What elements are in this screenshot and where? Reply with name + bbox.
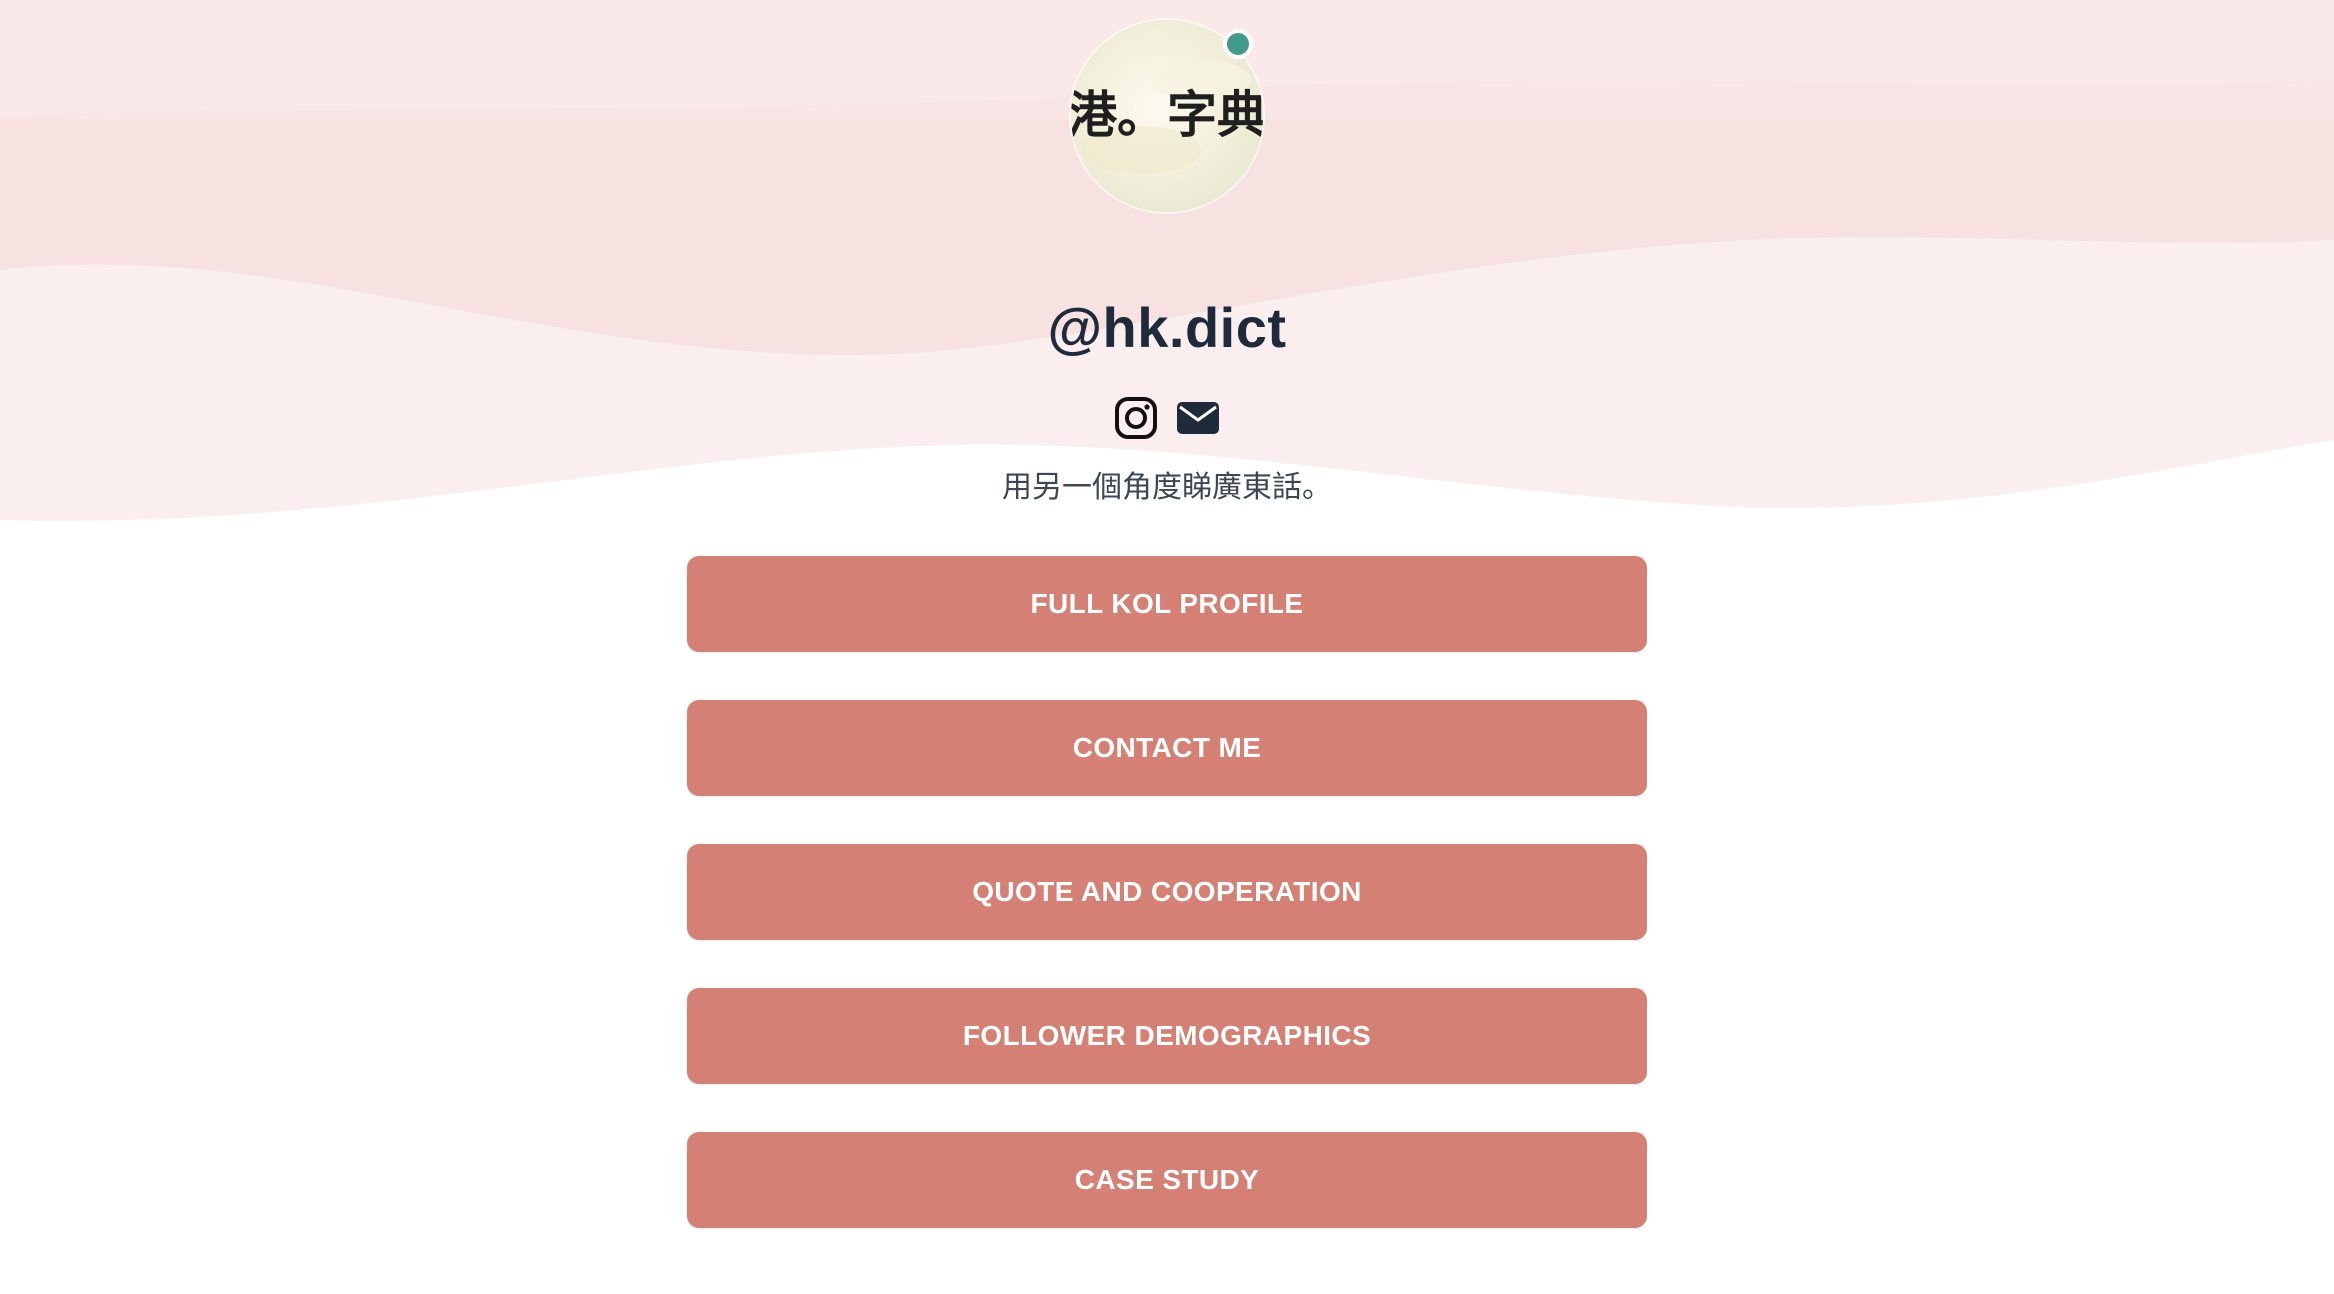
email-link[interactable] bbox=[1176, 394, 1220, 442]
link-in-bio-page: 港。字典 @hk.dict 用另一個角度睇廣東話。 FULL KOL PROFI… bbox=[0, 0, 2334, 1294]
contact-me-button[interactable]: CONTACT ME bbox=[687, 700, 1647, 796]
profile-content: 港。字典 @hk.dict 用另一個角度睇廣東話。 FULL KOL PROFI… bbox=[0, 0, 2334, 1228]
link-list: FULL KOL PROFILE CONTACT ME QUOTE AND CO… bbox=[687, 556, 1647, 1228]
profile-tagline: 用另一個角度睇廣東話。 bbox=[1002, 471, 1332, 504]
profile-handle: @hk.dict bbox=[1047, 296, 1287, 359]
online-status-dot bbox=[1223, 29, 1253, 59]
case-study-button[interactable]: CASE STUDY bbox=[687, 1132, 1647, 1228]
full-kol-profile-button[interactable]: FULL KOL PROFILE bbox=[687, 556, 1647, 652]
instagram-icon bbox=[1115, 397, 1157, 439]
social-links bbox=[1114, 394, 1220, 442]
quote-and-cooperation-button[interactable]: QUOTE AND COOPERATION bbox=[687, 844, 1647, 940]
instagram-link[interactable] bbox=[1114, 394, 1158, 442]
logo-text: 港。字典 bbox=[1071, 85, 1263, 144]
email-icon bbox=[1177, 402, 1219, 434]
follower-demographics-button[interactable]: FOLLOWER DEMOGRAPHICS bbox=[687, 988, 1647, 1084]
avatar-container: 港。字典 bbox=[1071, 20, 1263, 212]
